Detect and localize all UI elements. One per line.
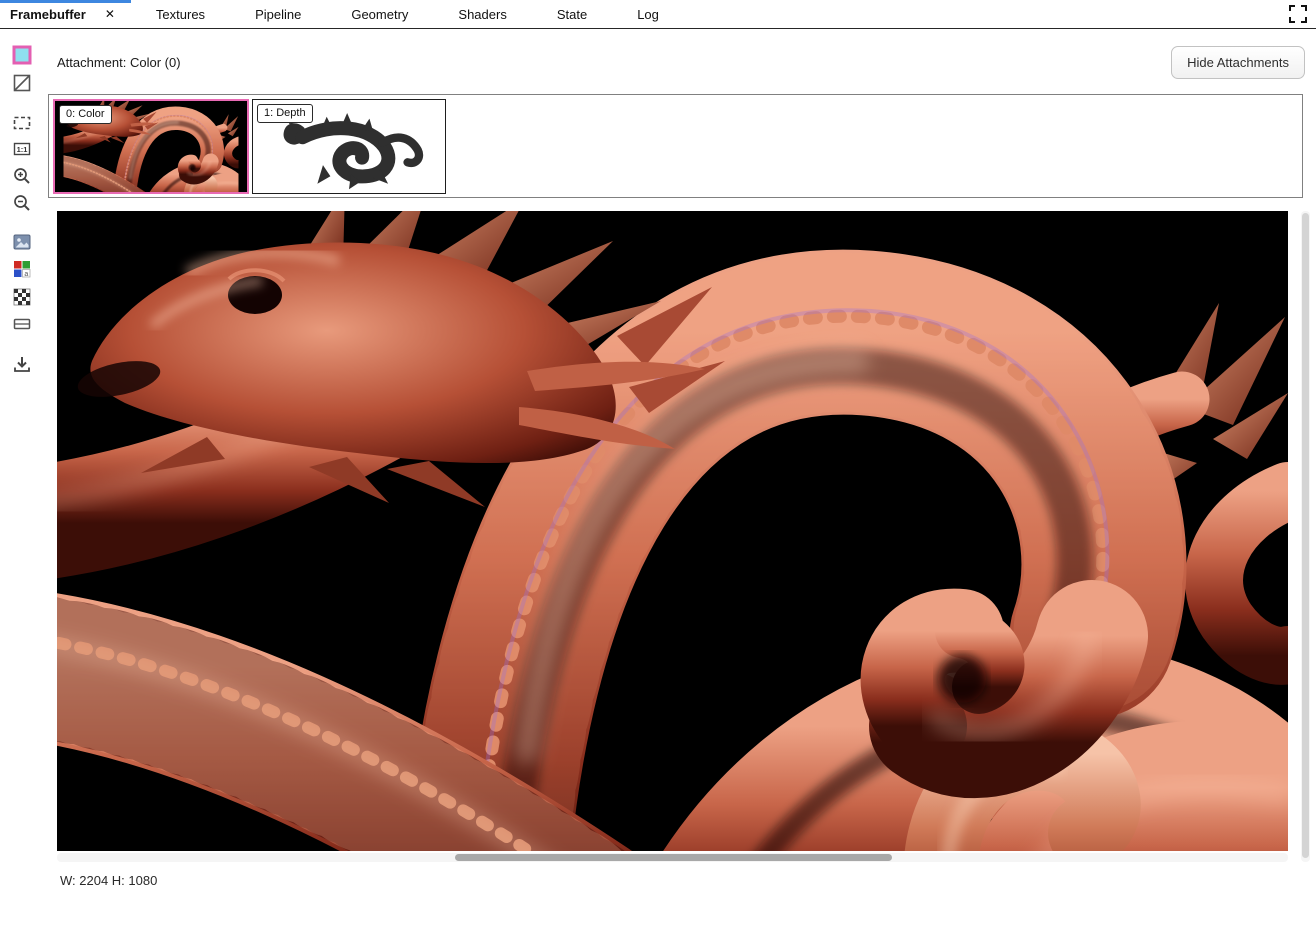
actual-size-label: 1:1	[17, 145, 28, 154]
horizontal-scrollbar-thumb[interactable]	[455, 854, 892, 861]
background-image-button[interactable]	[8, 228, 36, 256]
no-alpha-icon	[12, 73, 32, 93]
vertical-scrollbar-thumb[interactable]	[1302, 213, 1309, 858]
framebuffer-debugger-window: Framebuffer ✕ Textures Pipeline Geometry…	[0, 0, 1316, 925]
attachments-panel: 0: Color 1: Depth	[48, 94, 1303, 198]
checkerboard-background-button[interactable]	[8, 283, 36, 311]
tab-geometry-label: Geometry	[351, 7, 408, 22]
no-alpha-button[interactable]	[8, 69, 36, 97]
viewer-toolbar: 1:1	[0, 29, 44, 925]
save-image-button[interactable]	[8, 350, 36, 378]
tab-log-label: Log	[637, 7, 659, 22]
image-dimensions-status: W: 2204 H: 1080	[60, 873, 157, 888]
fullscreen-icon	[1289, 5, 1307, 26]
zoom-out-icon	[12, 193, 32, 213]
rgba-channels-button[interactable]: a	[8, 255, 36, 283]
rgba-channels-icon: a	[12, 259, 32, 279]
checkerboard-background-icon	[12, 287, 32, 307]
vertical-scrollbar[interactable]	[1301, 211, 1310, 862]
tab-state-label: State	[557, 7, 587, 22]
zoom-in-button[interactable]	[8, 162, 36, 190]
flatten-range-icon	[12, 314, 32, 334]
fit-to-window-button[interactable]	[8, 109, 36, 137]
close-tab-icon[interactable]: ✕	[105, 8, 115, 20]
fullscreen-button[interactable]	[1288, 5, 1308, 25]
hide-attachments-button[interactable]: Hide Attachments	[1171, 46, 1305, 79]
actual-size-icon: 1:1	[12, 139, 32, 159]
save-image-icon	[12, 354, 32, 374]
flatten-range-button[interactable]	[8, 310, 36, 338]
zoom-in-icon	[12, 166, 32, 186]
dragon-render	[57, 211, 1288, 851]
tab-shaders-label: Shaders	[458, 7, 506, 22]
zoom-out-button[interactable]	[8, 189, 36, 217]
tab-pipeline[interactable]: Pipeline	[230, 0, 326, 28]
attachment-color-thumbnail[interactable]: 0: Color	[53, 99, 249, 194]
tab-geometry[interactable]: Geometry	[326, 0, 433, 28]
color-swatch-icon	[12, 45, 32, 65]
attachment-depth-thumbnail[interactable]: 1: Depth	[252, 99, 446, 194]
tab-textures-label: Textures	[156, 7, 205, 22]
framebuffer-viewer[interactable]	[57, 211, 1288, 851]
tab-state[interactable]: State	[532, 0, 612, 28]
tab-bar: Framebuffer ✕ Textures Pipeline Geometry…	[0, 0, 1316, 29]
tab-pipeline-label: Pipeline	[255, 7, 301, 22]
attachment-label: Attachment: Color (0)	[57, 55, 181, 70]
horizontal-scrollbar[interactable]	[57, 853, 1288, 862]
tab-textures[interactable]: Textures	[131, 0, 230, 28]
alpha-letter: a	[24, 271, 28, 278]
tab-framebuffer[interactable]: Framebuffer ✕	[0, 0, 131, 28]
tab-shaders[interactable]: Shaders	[433, 0, 531, 28]
fit-to-window-icon	[12, 113, 32, 133]
attachment-depth-chip: 1: Depth	[257, 104, 313, 123]
tab-log[interactable]: Log	[612, 0, 684, 28]
actual-size-button[interactable]: 1:1	[8, 135, 36, 163]
tab-framebuffer-label: Framebuffer	[10, 7, 86, 22]
attachment-color-chip: 0: Color	[59, 105, 112, 124]
color-swatch-button[interactable]	[8, 41, 36, 69]
background-image-icon	[12, 232, 32, 252]
